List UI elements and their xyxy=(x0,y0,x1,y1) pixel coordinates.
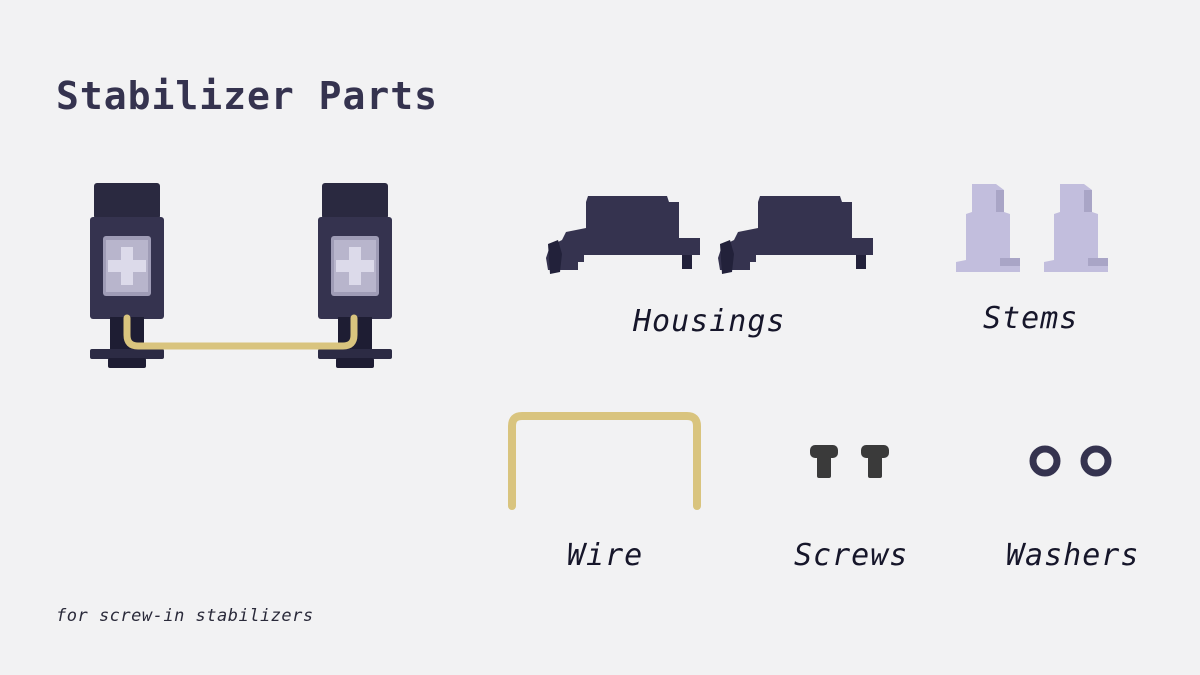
parts-illustration xyxy=(90,183,1112,510)
housing-part-1 xyxy=(546,196,700,274)
washer-part-1 xyxy=(1029,445,1061,477)
wire-label: Wire xyxy=(567,538,644,573)
washers-label: Washers xyxy=(1006,538,1140,573)
stems-label: Stems xyxy=(983,301,1079,336)
assembled-stabilizer xyxy=(90,183,392,368)
installed-wire xyxy=(123,314,358,350)
screws-label: Screws xyxy=(794,538,909,573)
footnote: for screw-in stabilizers xyxy=(56,606,314,626)
housing-part-2 xyxy=(718,196,873,274)
stem-part-1 xyxy=(956,184,1020,272)
screw-part-2 xyxy=(861,445,889,478)
housings-label: Housings xyxy=(633,304,786,339)
wire-part xyxy=(508,412,701,510)
stem-part-2 xyxy=(1044,184,1108,272)
washer-part-2 xyxy=(1080,445,1112,477)
screw-part-1 xyxy=(810,445,838,478)
